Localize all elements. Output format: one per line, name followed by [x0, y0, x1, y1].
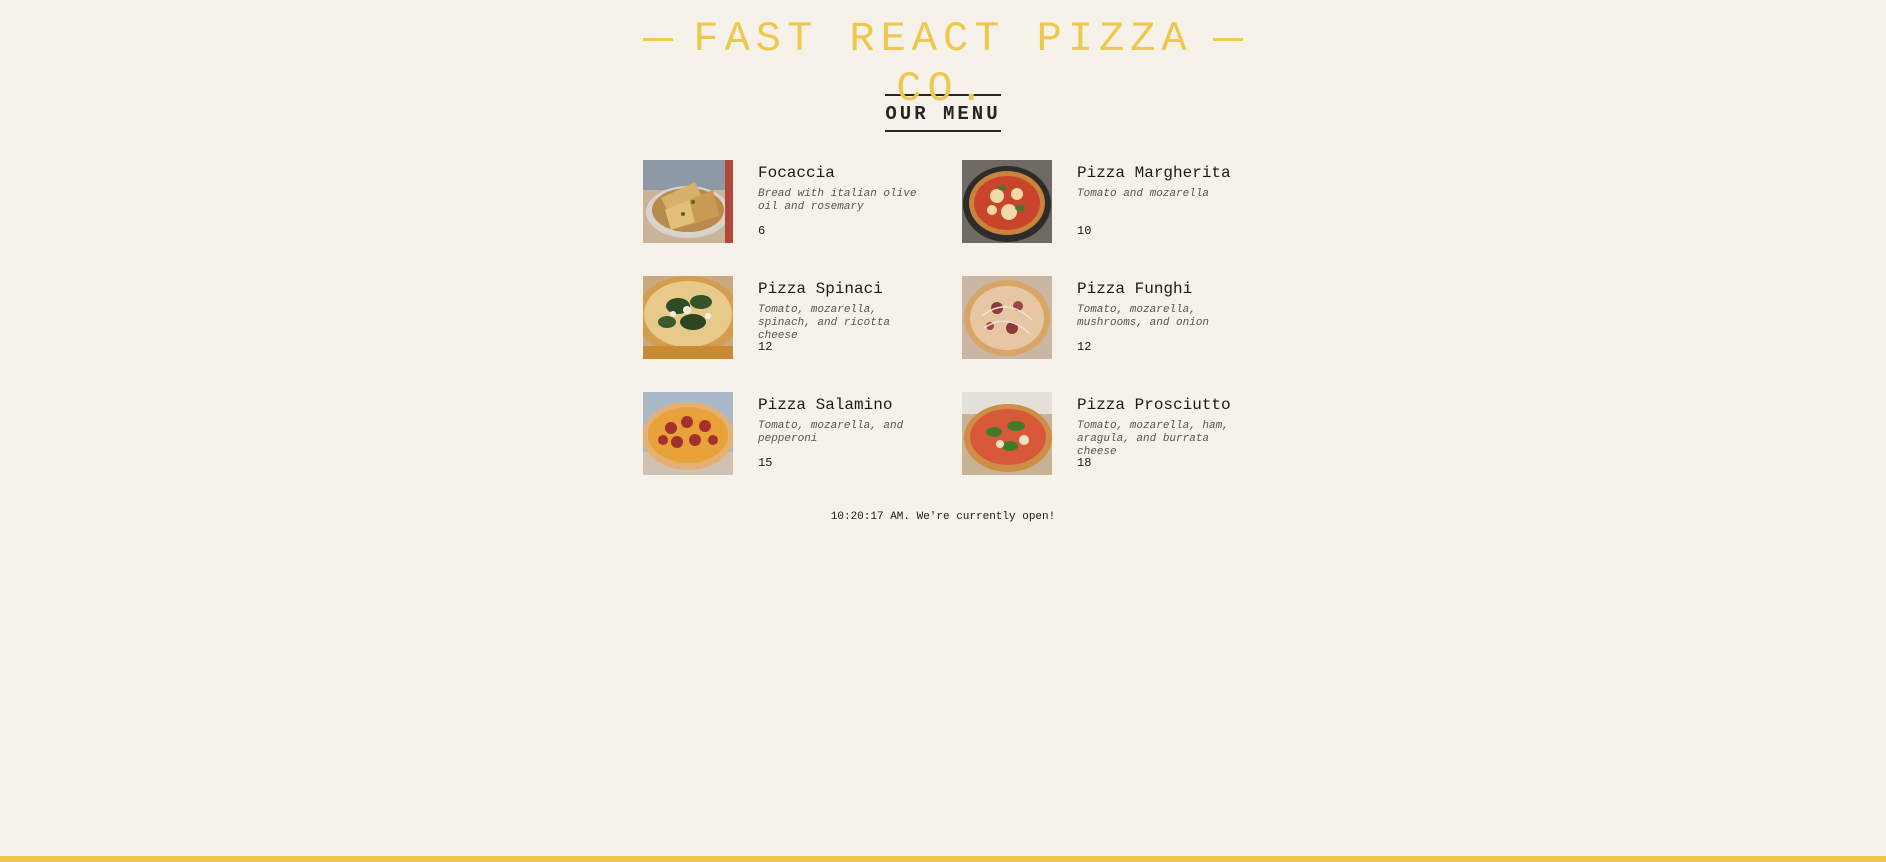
- page-container: FAST REACT PIZZA CO. OUR MENU Focaccia B…: [643, 0, 1243, 523]
- menu: OUR MENU Focaccia Bread with italian oli…: [643, 94, 1243, 475]
- focaccia-image: [643, 160, 733, 243]
- header: FAST REACT PIZZA CO.: [643, 0, 1243, 113]
- pizza-name: Pizza Funghi: [1077, 280, 1193, 298]
- pizza-name: Pizza Margherita: [1077, 164, 1231, 182]
- pizza-item: Pizza Margherita Tomato and mozarella 10: [962, 160, 1243, 243]
- pizza-list: Focaccia Bread with italian olive oil an…: [643, 160, 1243, 475]
- pizza-salamino-image: [643, 392, 733, 475]
- pizza-ingredients: Tomato and mozarella: [1077, 188, 1210, 200]
- open-status: 10:20:17 AM. We're currently open!: [830, 511, 1056, 523]
- pizza-price: 18: [1077, 456, 1092, 470]
- pizza-ingredients: Bread with italian olive oil and rosemar…: [758, 188, 917, 213]
- pizza-item: Focaccia Bread with italian olive oil an…: [643, 160, 924, 243]
- pizza-item: Pizza Prosciutto Tomato, mozarella, ham,…: [962, 392, 1243, 475]
- footer: 10:20:17 AM. We're currently open!: [643, 511, 1243, 523]
- pizza-price: 6: [758, 224, 766, 238]
- pizza-price: 10: [1077, 224, 1092, 238]
- pizza-price: 15: [758, 456, 773, 470]
- pizza-ingredients: Tomato, mozarella, mushrooms, and onion: [1077, 304, 1210, 329]
- pizza-name: Pizza Prosciutto: [1077, 396, 1231, 414]
- pizza-prosciutto-image: [962, 392, 1052, 475]
- pizza-price: 12: [758, 340, 773, 354]
- pizza-spinaci-image: [643, 276, 733, 359]
- pizza-item: Pizza Funghi Tomato, mozarella, mushroom…: [962, 276, 1243, 359]
- pizza-item: Pizza Spinaci Tomato, mozarella, spinach…: [643, 276, 924, 359]
- pizza-name: Focaccia: [758, 164, 835, 182]
- pizza-price: 12: [1077, 340, 1092, 354]
- pizza-funghi-image: [962, 276, 1052, 359]
- pizza-ingredients: Tomato, mozarella, and pepperoni: [758, 420, 904, 445]
- pizza-ingredients: Tomato, mozarella, ham, aragula, and bur…: [1077, 420, 1229, 458]
- pizza-name: Pizza Salamino: [758, 396, 893, 414]
- pizza-item: Pizza Salamino Tomato, mozarella, and pe…: [643, 392, 924, 475]
- pizza-ingredients: Tomato, mozarella, spinach, and ricotta …: [758, 304, 891, 342]
- title-decoration-right: [1213, 38, 1243, 41]
- bottom-accent-bar: [0, 856, 1886, 862]
- pizza-name: Pizza Spinaci: [758, 280, 883, 298]
- pizza-margherita-image: [962, 160, 1052, 243]
- page-title: FAST REACT PIZZA CO.: [693, 15, 1193, 113]
